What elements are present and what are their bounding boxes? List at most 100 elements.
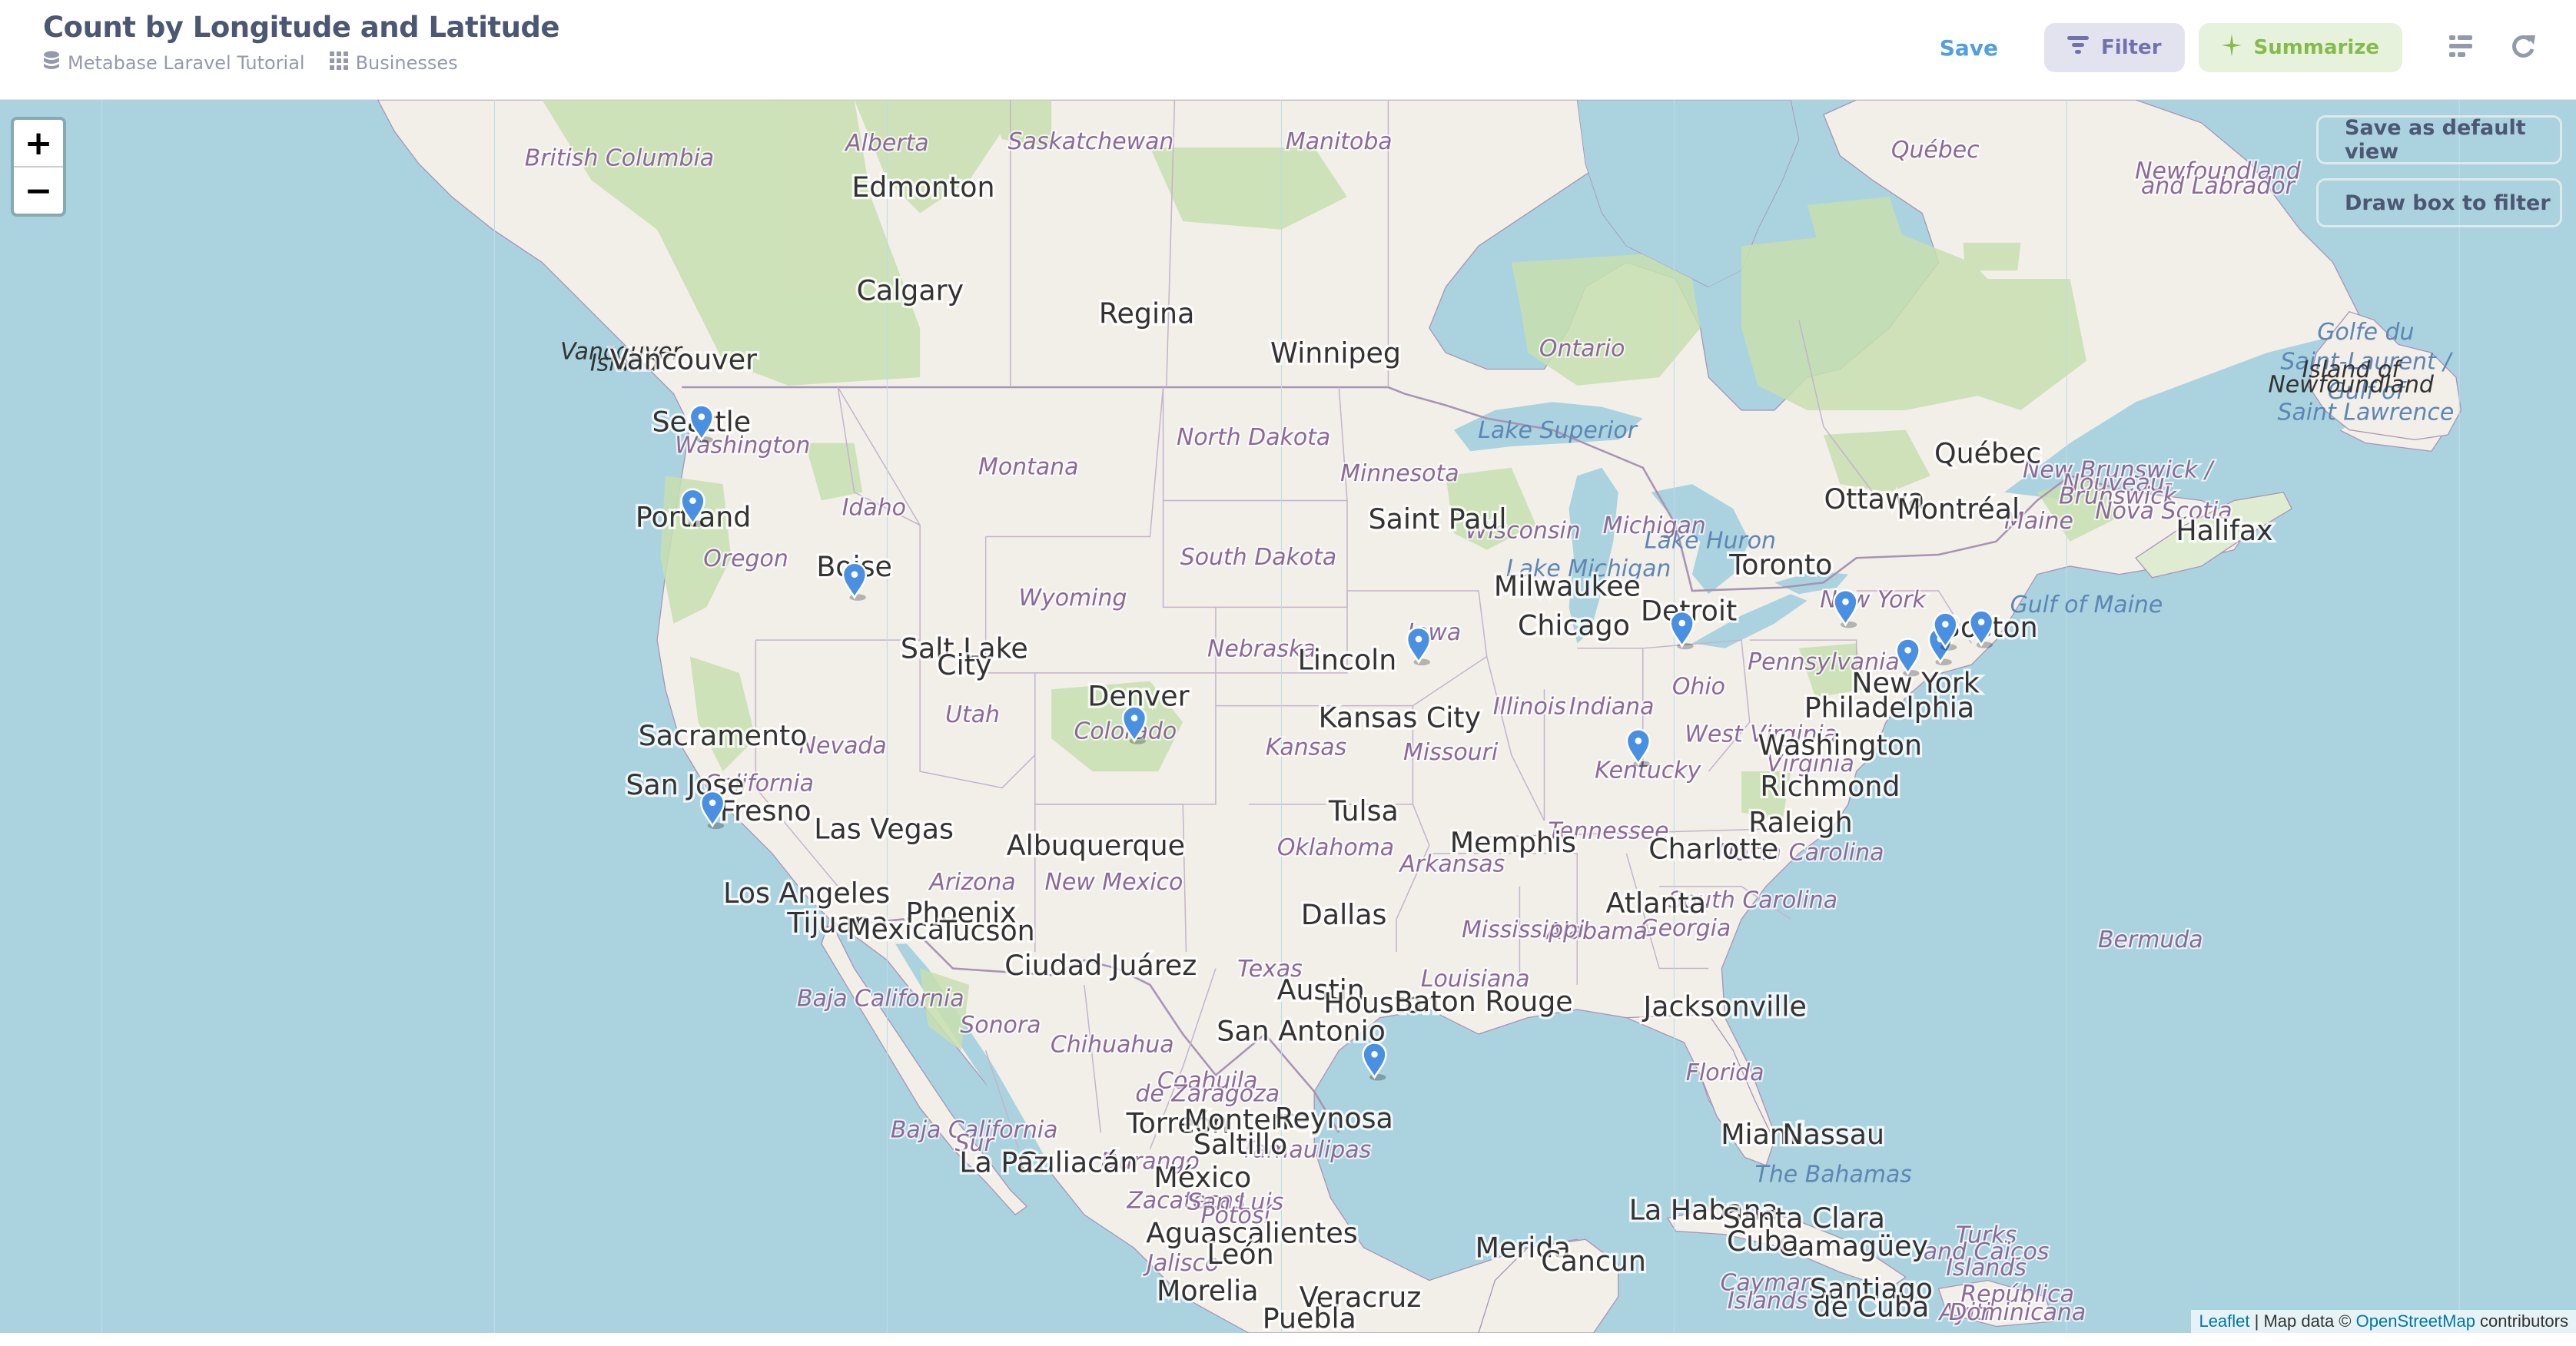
city-label: Memphis [1450,826,1576,859]
table-grid-icon [329,51,348,75]
attribution-separator: | Map data © [2249,1311,2356,1331]
region-label: Missouri [1403,739,1499,766]
region-label: Islands [1728,1288,1808,1315]
city-label: Ciudad Juárez [1004,949,1197,982]
city-label: Cancun [1541,1245,1646,1278]
city-label: Nassau [1782,1118,1884,1151]
page-title: Count by Longitude and Latitude [43,11,560,44]
marker-dot [851,571,858,578]
city-label: Puebla [1263,1302,1356,1333]
summarize-button[interactable]: Summarize [2198,23,2402,72]
breadcrumb-database-label: Metabase Laravel Tutorial [68,52,305,74]
city-label: de Cuba [1814,1291,1930,1324]
city-label: Tulsa [1328,794,1399,827]
city-label: Halifax [2176,514,2272,547]
breadcrumb: Metabase Laravel Tutorial Businesses [43,51,472,75]
city-label: Jacksonville [1642,990,1806,1023]
save-default-view-button[interactable]: Save as default view [2316,115,2562,164]
city-label: Lincoln [1298,644,1397,677]
city-label: City [937,648,991,681]
water-label: Golfe du [2317,319,2414,346]
city-label: Morelia [1157,1274,1259,1307]
region-label: Utah [945,701,1000,728]
zoom-in-button[interactable]: + [14,120,63,166]
marker-dot [698,413,705,420]
map-container[interactable]: British Columbia Alberta Saskatchewan Manit… [0,100,2576,1333]
leaflet-link[interactable]: Leaflet [2199,1311,2249,1331]
draw-box-filter-button[interactable]: Draw box to filter [2316,178,2562,227]
region-label: Indiana [1569,693,1655,720]
attribution-suffix: contributors [2475,1311,2568,1331]
city-label: Winnipeg [1270,336,1401,370]
region-label: Chihuahua [1051,1032,1174,1059]
city-label: León [1207,1238,1273,1271]
filter-button[interactable]: Filter [2044,23,2185,72]
region-label: Ontario [1539,335,1625,362]
marker-dot [689,497,696,505]
region-label: Bermuda [2098,927,2203,953]
city-label: Camagüey [1778,1230,1928,1263]
region-label: Kansas [1266,734,1346,761]
region-label: Alberta [844,130,929,157]
region-label: Illinois [1493,693,1566,720]
region-label: British Columbia [525,144,714,171]
city-label: Québec [1934,436,2041,469]
water-label: Lake Superior [1478,417,1638,444]
region-label: Baja California [797,986,964,1013]
region-label: Islands [1946,1255,2027,1281]
marker-dot [1415,635,1422,643]
region-label: Sonora [960,1012,1041,1039]
city-label: Las Vegas [814,813,954,846]
region-label: Florida [1686,1059,1764,1086]
breadcrumb-table[interactable]: Businesses [329,51,458,75]
city-label: San Antonio [1217,1015,1386,1048]
marker-dot [1130,714,1138,721]
region-label: Montana [978,453,1078,480]
city-label: La Paz [959,1146,1048,1179]
region-label: Manitoba [1286,128,1393,155]
marker-dot [709,799,716,807]
sparkle-icon [2221,33,2242,62]
city-label: Tucson [939,914,1035,947]
water-label: Saint Lawrence [2277,399,2454,426]
query-header: Count by Longitude and Latitude Metabase… [0,0,2576,100]
summarize-label: Summarize [2253,36,2379,59]
notebook-button[interactable] [2445,32,2476,63]
marker-dot [1842,598,1849,605]
city-label: Chicago [1518,609,1630,642]
zoom-control: + − [11,117,66,217]
island-label: Newfoundland [2268,371,2435,398]
city-label: México [1154,1161,1251,1194]
marker-dot [1942,621,1949,628]
openstreetmap-link[interactable]: OpenStreetMap [2356,1311,2475,1331]
notebook-icon [2449,35,2472,61]
city-label: Baton Rouge [1394,985,1573,1018]
region-label: Idaho [842,495,906,522]
refresh-button[interactable] [2508,32,2539,63]
zoom-out-button[interactable]: − [14,166,63,214]
breadcrumb-database[interactable]: Metabase Laravel Tutorial [43,51,305,75]
region-label: Oklahoma [1277,834,1394,861]
region-label: Nevada [799,733,887,760]
region-label: South Dakota [1180,544,1336,571]
save-button[interactable]: Save [1940,35,1998,61]
region-label: Kentucky [1595,758,1701,784]
marker-dot [1904,647,1911,654]
city-label: Kansas City [1319,701,1481,734]
region-label: Québec [1891,137,1980,164]
city-label: Saint Paul [1369,502,1507,535]
marker-dot [1371,1051,1378,1058]
map-tiles[interactable]: British Columbia Alberta Saskatchewan Manit… [0,100,2576,1333]
region-label: Arizona [928,869,1015,896]
city-label: Raleigh [1748,806,1852,839]
header-actions: Save Filter Summarize [1940,23,2576,72]
city-label: Albuquerque [1007,829,1185,862]
database-icon [43,51,60,75]
map-attribution: Leaflet | Map data © OpenStreetMap contr… [2191,1310,2576,1333]
city-label: Sacramento [639,719,808,752]
marker-dot [1635,738,1642,744]
city-label: Regina [1099,297,1194,330]
region-label: New Mexico [1045,869,1183,896]
water-label: The Bahamas [1755,1161,1912,1188]
filter-icon [2067,35,2090,60]
